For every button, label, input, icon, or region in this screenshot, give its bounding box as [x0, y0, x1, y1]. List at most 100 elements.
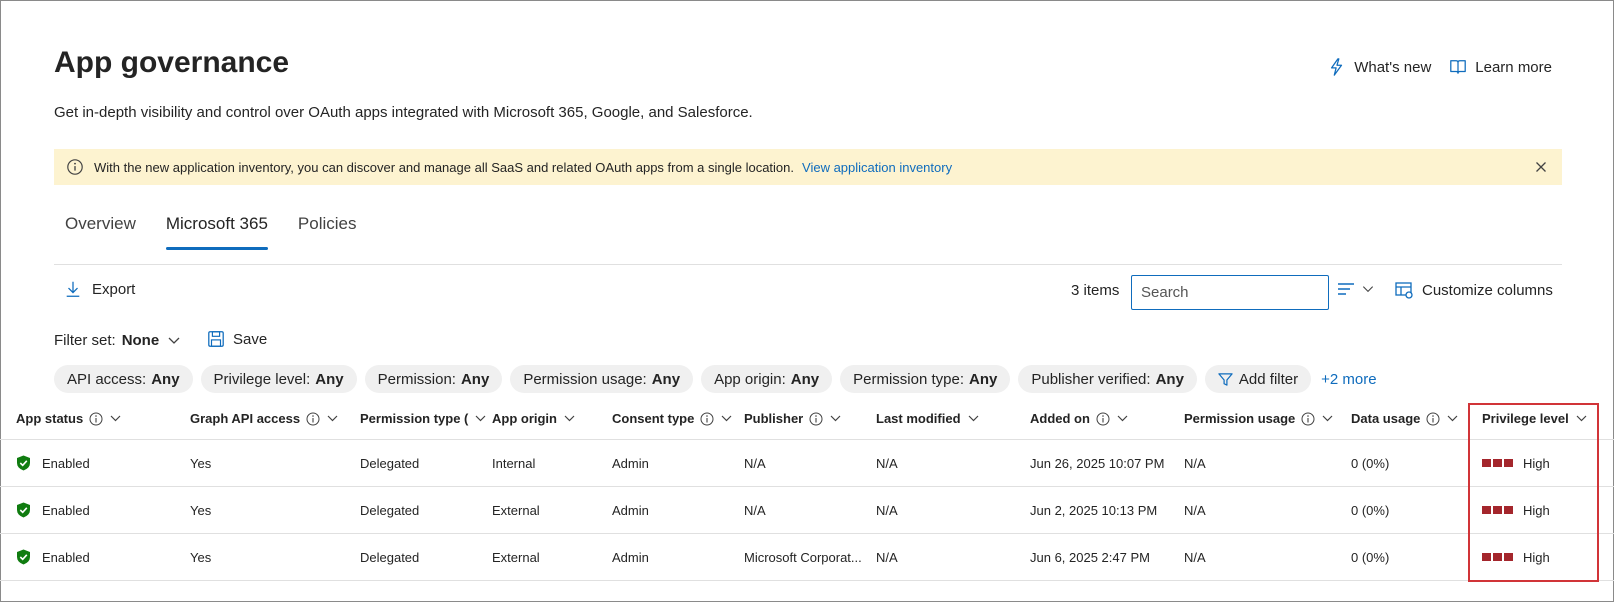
pill-value: Any: [1155, 370, 1184, 388]
chevron-down-icon: [968, 415, 978, 422]
download-icon: [66, 281, 80, 297]
pill-label: Permission usage:: [523, 370, 647, 388]
column-header-label: Consent type: [612, 411, 695, 426]
table-row[interactable]: Enabled Yes Delegated Internal Admin N/A N/A Ju…: [0, 440, 1614, 487]
cell-graph-api-access: Yes: [190, 534, 355, 580]
info-banner: With the new application inventory, you …: [54, 149, 1562, 185]
cell-text: Delegated: [360, 455, 420, 471]
column-header-data-usage[interactable]: Data usage: [1351, 398, 1476, 439]
customize-columns-label: Customize columns: [1422, 281, 1553, 299]
shield-check-icon: [17, 455, 30, 471]
cell-text: Jun 6, 2025 2:47 PM: [1030, 549, 1150, 565]
cell-app-origin: Internal: [492, 440, 610, 486]
filter-pill-privilege-level[interactable]: Privilege level: Any: [200, 365, 357, 393]
divider: [54, 264, 1562, 265]
column-header-graph-api-access[interactable]: Graph API access: [190, 398, 355, 439]
column-header-app-origin[interactable]: App origin: [492, 398, 610, 439]
pill-value: Any: [460, 370, 490, 388]
cell-text: N/A: [1184, 502, 1206, 518]
filter-pill-permission[interactable]: Permission: Any: [364, 365, 503, 393]
pill-value: Any: [790, 370, 820, 388]
cell-permission-type: Delegated: [360, 487, 490, 533]
column-header-consent-type[interactable]: Consent type: [612, 398, 742, 439]
column-header-label: Data usage: [1351, 411, 1421, 426]
column-header-permission-type[interactable]: Permission type (: [360, 398, 490, 439]
column-header-app-status[interactable]: App status: [16, 398, 186, 439]
tab-bar: Overview Microsoft 365 Policies: [54, 210, 376, 250]
tab-policies[interactable]: Policies: [287, 210, 368, 250]
cell-text: Microsoft Corporat...: [744, 549, 862, 565]
tab-overview[interactable]: Overview: [54, 210, 147, 250]
filter-pill-app-origin[interactable]: App origin: Any: [701, 365, 833, 393]
cell-text: N/A: [876, 549, 898, 565]
cell-text: External: [492, 549, 540, 565]
cell-permission-usage: N/A: [1184, 487, 1349, 533]
cell-text: 0 (0%): [1351, 549, 1390, 565]
add-filter-button[interactable]: Add filter: [1204, 365, 1312, 393]
cell-app-status: Enabled: [16, 534, 186, 580]
info-icon: [700, 412, 714, 425]
customize-columns-button[interactable]: Customize columns: [1394, 280, 1553, 300]
filter-set-dropdown[interactable]: Filter set: None: [54, 332, 181, 349]
add-filter-label: Add filter: [1238, 370, 1299, 388]
export-button[interactable]: Export: [64, 280, 135, 298]
items-count: 3 items: [1071, 282, 1120, 299]
table-header: App status Graph API access Permission typ…: [0, 398, 1614, 440]
cell-permission-type: Delegated: [360, 534, 490, 580]
cell-consent-type: Admin: [612, 487, 742, 533]
save-filter-button[interactable]: Save: [207, 330, 267, 348]
chevron-down-icon: [475, 415, 486, 422]
column-header-label: Graph API access: [190, 411, 301, 426]
filter-pill-permission-type[interactable]: Permission type: Any: [840, 365, 1011, 393]
shield-check-icon: [17, 549, 30, 565]
cell-app-origin: External: [492, 487, 610, 533]
cell-text: N/A: [1184, 455, 1206, 471]
pill-label: API access:: [67, 370, 147, 388]
search-input[interactable]: [1131, 275, 1329, 310]
cell-text: Enabled: [42, 455, 90, 471]
group-by-button[interactable]: [1337, 281, 1375, 297]
cell-permission-usage: N/A: [1184, 534, 1349, 580]
more-filters-link[interactable]: +2 more: [1321, 371, 1376, 388]
table-row[interactable]: Enabled Yes Delegated External Admin N/A N/A Ju…: [0, 487, 1614, 534]
cell-text: N/A: [744, 502, 766, 518]
whats-new-link[interactable]: What's new: [1328, 58, 1431, 76]
learn-more-link[interactable]: Learn more: [1449, 58, 1552, 76]
chevron-down-icon: [168, 337, 180, 344]
info-icon: [67, 159, 83, 175]
column-header-publisher[interactable]: Publisher: [744, 398, 874, 439]
column-header-added-on[interactable]: Added on: [1030, 398, 1180, 439]
cell-publisher: N/A: [744, 440, 874, 486]
filter-icon: [1218, 372, 1233, 386]
cell-text: 0 (0%): [1351, 455, 1390, 471]
cell-app-status: Enabled: [16, 487, 186, 533]
cell-consent-type: Admin: [612, 440, 742, 486]
filter-pill-publisher-verified[interactable]: Publisher verified: Any: [1018, 365, 1197, 393]
view-inventory-link[interactable]: View application inventory: [802, 160, 952, 175]
tab-microsoft-365[interactable]: Microsoft 365: [155, 210, 279, 250]
cell-added-on: Jun 2, 2025 10:13 PM: [1030, 487, 1180, 533]
column-header-permission-usage[interactable]: Permission usage: [1184, 398, 1349, 439]
cell-last-modified: N/A: [876, 440, 1026, 486]
cell-publisher: N/A: [744, 487, 874, 533]
pill-label: Permission type:: [853, 370, 964, 388]
filter-pill-permission-usage[interactable]: Permission usage: Any: [510, 365, 694, 393]
cell-text: Enabled: [42, 549, 90, 565]
save-label: Save: [233, 330, 268, 348]
column-header-last-modified[interactable]: Last modified: [876, 398, 1026, 439]
cell-text: Yes: [190, 502, 212, 518]
close-icon[interactable]: [1532, 158, 1550, 176]
cell-publisher: Microsoft Corporat...: [744, 534, 874, 580]
filter-pill-api-access[interactable]: API access: Any: [54, 365, 193, 393]
info-icon: [1301, 412, 1315, 425]
cell-added-on: Jun 26, 2025 10:07 PM: [1030, 440, 1180, 486]
page-subtitle: Get in-depth visibility and control over…: [54, 104, 753, 121]
column-header-label: Publisher: [744, 411, 804, 426]
cell-text: External: [492, 502, 540, 518]
cell-text: Delegated: [360, 549, 420, 565]
column-header-label: Permission type (: [360, 411, 469, 426]
filter-set-value: None: [121, 332, 160, 349]
pill-label: Permission:: [377, 370, 456, 388]
table-row[interactable]: Enabled Yes Delegated External Admin Microsof…: [0, 534, 1614, 581]
save-icon: [208, 331, 224, 347]
